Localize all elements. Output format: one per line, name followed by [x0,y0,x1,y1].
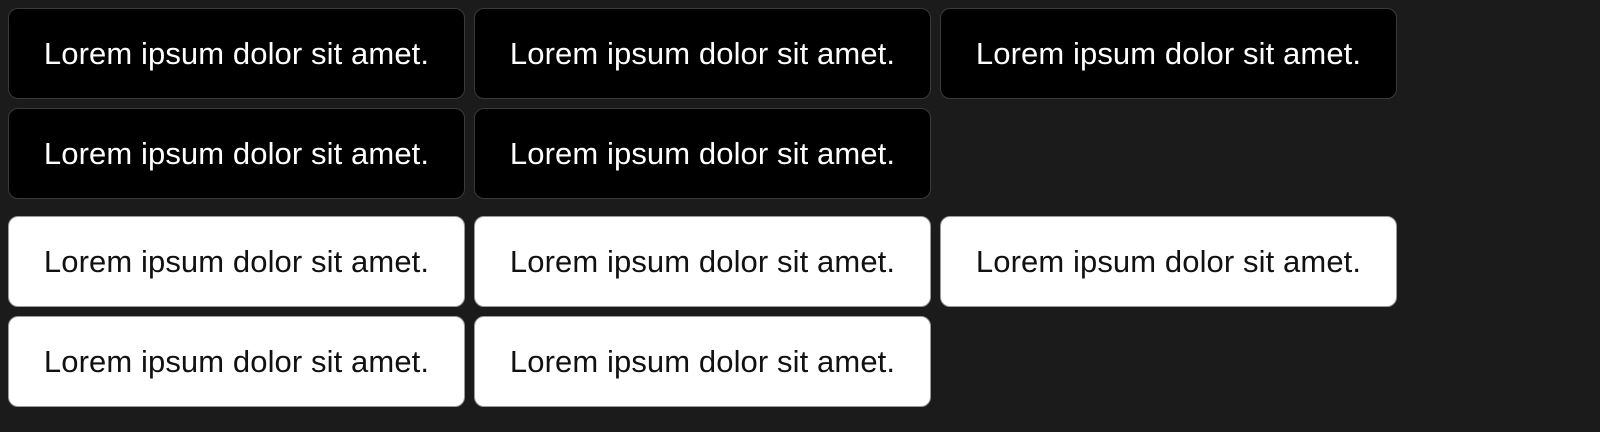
dark-chip[interactable]: Lorem ipsum dolor sit amet. [474,8,931,99]
light-chip[interactable]: Lorem ipsum dolor sit amet. [474,316,931,407]
dark-chip[interactable]: Lorem ipsum dolor sit amet. [474,108,931,199]
light-chip-group: Lorem ipsum dolor sit amet. Lorem ipsum … [8,216,1400,407]
light-chip[interactable]: Lorem ipsum dolor sit amet. [8,316,465,407]
light-chip[interactable]: Lorem ipsum dolor sit amet. [940,216,1397,307]
dark-chip[interactable]: Lorem ipsum dolor sit amet. [8,8,465,99]
dark-chip[interactable]: Lorem ipsum dolor sit amet. [8,108,465,199]
light-chip[interactable]: Lorem ipsum dolor sit amet. [474,216,931,307]
page: Lorem ipsum dolor sit amet. Lorem ipsum … [0,0,1600,432]
dark-chip-group: Lorem ipsum dolor sit amet. Lorem ipsum … [8,8,1400,199]
dark-chip[interactable]: Lorem ipsum dolor sit amet. [940,8,1397,99]
light-chip[interactable]: Lorem ipsum dolor sit amet. [8,216,465,307]
